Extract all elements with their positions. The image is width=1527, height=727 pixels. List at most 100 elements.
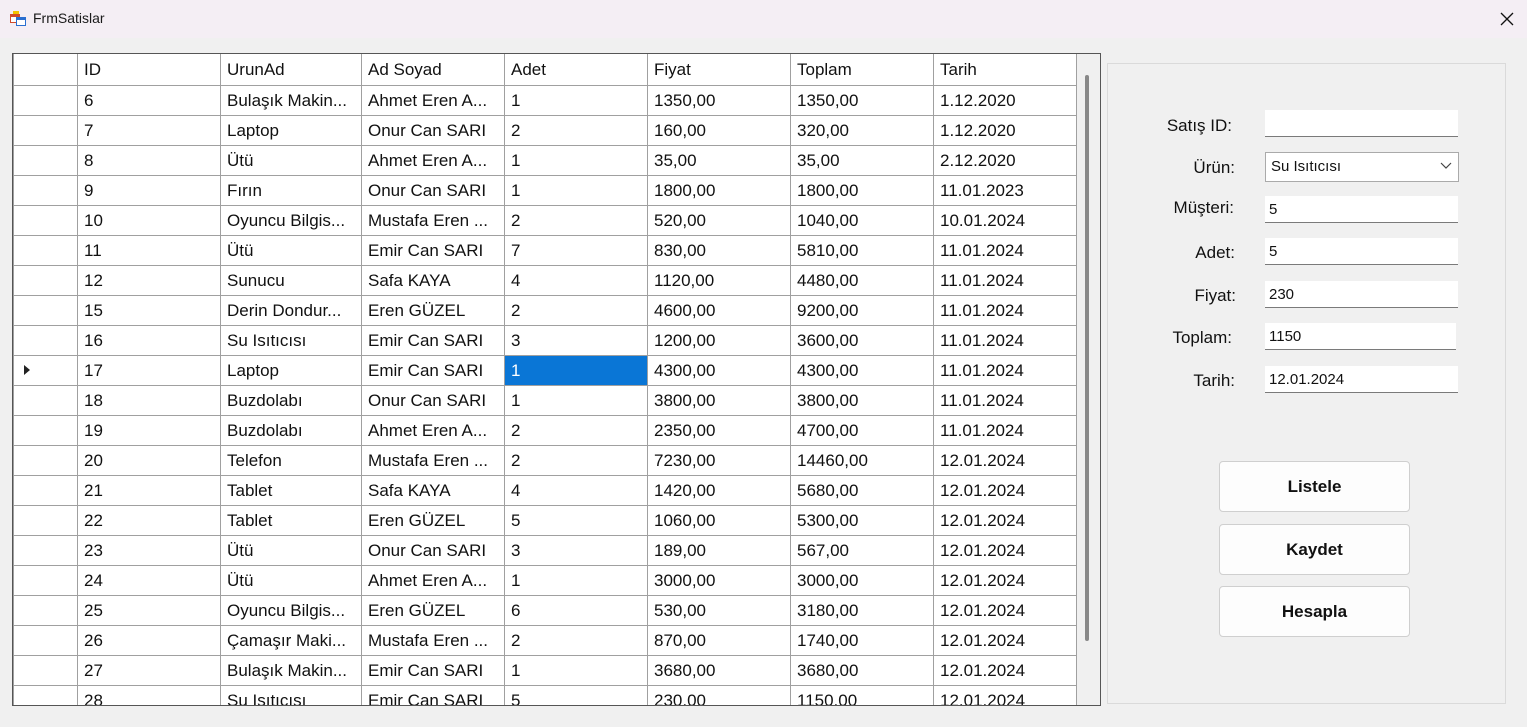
grid-cell[interactable]: 5810,00 (790, 235, 934, 266)
grid-cell[interactable]: 3800,00 (790, 385, 934, 416)
grid-cell[interactable]: 1 (504, 145, 648, 176)
grid-cell[interactable]: 1740,00 (790, 625, 934, 656)
grid-cell[interactable]: 1420,00 (647, 475, 791, 506)
grid-cell[interactable]: 5300,00 (790, 505, 934, 536)
grid-cell[interactable]: 11.01.2024 (933, 415, 1077, 446)
grid-cell[interactable]: Ütü (220, 235, 362, 266)
grid-cell[interactable]: 230,00 (647, 685, 791, 705)
row-header[interactable] (13, 505, 78, 536)
grid-cell[interactable]: 11 (77, 235, 221, 266)
grid-cell[interactable]: 23 (77, 535, 221, 566)
row-header[interactable] (13, 445, 78, 476)
grid-cell[interactable]: 1800,00 (790, 175, 934, 206)
musteri-input[interactable]: 5 (1265, 196, 1458, 223)
row-header[interactable] (13, 655, 78, 686)
grid-cell[interactable]: Su Isıtıcısı (220, 325, 362, 356)
table-row[interactable]: 22 Tablet Eren GÜZEL 5 1060,00 5300,00 12.01.2… (13, 505, 1077, 536)
row-header[interactable] (13, 565, 78, 596)
grid-cell[interactable]: Su Isıtıcısı (220, 685, 362, 705)
grid-cell[interactable]: Eren GÜZEL (361, 505, 505, 536)
grid-cell[interactable]: 1 (504, 385, 648, 416)
grid-cell[interactable]: 2 (504, 205, 648, 236)
grid-cell[interactable]: 25 (77, 595, 221, 626)
grid-cell[interactable]: 22 (77, 505, 221, 536)
grid-cell[interactable]: 8 (77, 145, 221, 176)
grid-cell[interactable]: Oyuncu Bilgis... (220, 595, 362, 626)
grid-cell[interactable]: 4700,00 (790, 415, 934, 446)
table-row[interactable]: 6 Bulaşık Makin... Ahmet Eren A... 1 1350,00… (13, 85, 1077, 116)
grid-cell[interactable]: 9200,00 (790, 295, 934, 326)
grid-cell[interactable]: 3800,00 (647, 385, 791, 416)
grid-cell[interactable]: Eren GÜZEL (361, 595, 505, 626)
grid-cell[interactable]: Çamaşır Maki... (220, 625, 362, 656)
grid-cell[interactable]: 1200,00 (647, 325, 791, 356)
grid-cell[interactable]: 4480,00 (790, 265, 934, 296)
grid-cell[interactable]: 19 (77, 415, 221, 446)
grid-cell[interactable]: 4 (504, 475, 648, 506)
grid-cell[interactable]: Ahmet Eren A... (361, 145, 505, 176)
table-row[interactable]: 26 Çamaşır Maki... Mustafa Eren ... 2 870,00… (13, 625, 1077, 656)
grid-cell[interactable]: Fırın (220, 175, 362, 206)
grid-cell[interactable]: Eren GÜZEL (361, 295, 505, 326)
grid-cell[interactable]: 1350,00 (647, 85, 791, 116)
grid-cell[interactable]: 2 (504, 415, 648, 446)
adet-input[interactable]: 5 (1265, 238, 1458, 265)
table-row[interactable]: 25 Oyuncu Bilgis... Eren GÜZEL 6 530,00 3180,… (13, 595, 1077, 626)
grid-cell[interactable]: 1150,00 (790, 685, 934, 705)
grid-cell[interactable]: 16 (77, 325, 221, 356)
grid-cell[interactable]: Bulaşık Makin... (220, 655, 362, 686)
grid-cell[interactable]: Bulaşık Makin... (220, 85, 362, 116)
satis-id-input[interactable] (1265, 110, 1458, 137)
column-header-tarih[interactable]: Tarih (933, 54, 1077, 86)
row-header[interactable] (13, 145, 78, 176)
table-row[interactable]: 9 Fırın Onur Can SARI 1 1800,00 1800,00 11.01.… (13, 175, 1077, 206)
column-header-fiyat[interactable]: Fiyat (647, 54, 791, 86)
row-header[interactable] (13, 235, 78, 266)
grid-cell[interactable]: Laptop (220, 115, 362, 146)
row-header[interactable] (13, 535, 78, 566)
grid-cell[interactable]: 35,00 (790, 145, 934, 176)
grid-cell[interactable]: 12.01.2024 (933, 595, 1077, 626)
grid-cell[interactable]: Emir Can SARI (361, 325, 505, 356)
grid-cell[interactable]: 35,00 (647, 145, 791, 176)
grid-cell[interactable]: 12.01.2024 (933, 505, 1077, 536)
grid-cell[interactable]: 12.01.2024 (933, 445, 1077, 476)
grid-cell[interactable]: 5680,00 (790, 475, 934, 506)
grid-cell[interactable]: 1.12.2020 (933, 115, 1077, 146)
grid-cell[interactable]: Oyuncu Bilgis... (220, 205, 362, 236)
hesapla-button[interactable]: Hesapla (1219, 586, 1410, 637)
grid-cell[interactable]: Mustafa Eren ... (361, 625, 505, 656)
tarih-input[interactable]: 12.01.2024 (1265, 366, 1458, 393)
row-header[interactable] (13, 205, 78, 236)
grid-cell[interactable]: 10.01.2024 (933, 205, 1077, 236)
toplam-input[interactable]: 1150 (1265, 323, 1456, 350)
grid-cell[interactable]: Ütü (220, 145, 362, 176)
kaydet-button[interactable]: Kaydet (1219, 524, 1410, 575)
grid-cell[interactable]: 1120,00 (647, 265, 791, 296)
grid-cell[interactable]: 1 (504, 85, 648, 116)
table-row[interactable]: 27 Bulaşık Makin... Emir Can SARI 1 3680,00 3… (13, 655, 1077, 686)
grid-cell[interactable]: 11.01.2024 (933, 295, 1077, 326)
grid-cell[interactable]: 520,00 (647, 205, 791, 236)
grid-cell[interactable]: 3180,00 (790, 595, 934, 626)
grid-cell[interactable]: 9 (77, 175, 221, 206)
table-row[interactable]: 28 Su Isıtıcısı Emir Can SARI 5 230,00 1150,0… (13, 685, 1077, 705)
grid-cell[interactable]: 12 (77, 265, 221, 296)
row-header[interactable] (13, 355, 78, 386)
table-row[interactable]: 24 Ütü Ahmet Eren A... 1 3000,00 3000,00 12.01… (13, 565, 1077, 596)
table-row[interactable]: 23 Ütü Onur Can SARI 3 189,00 567,00 12.01.202… (13, 535, 1077, 566)
grid-cell[interactable]: 530,00 (647, 595, 791, 626)
column-header-toplam[interactable]: Toplam (790, 54, 934, 86)
row-header[interactable] (13, 415, 78, 446)
grid-cell[interactable]: 2.12.2020 (933, 145, 1077, 176)
vertical-scrollbar-thumb[interactable] (1085, 75, 1089, 641)
row-header[interactable] (13, 625, 78, 656)
grid-cell[interactable]: Sunucu (220, 265, 362, 296)
table-row[interactable]: 11 Ütü Emir Can SARI 7 830,00 5810,00 11.01.20… (13, 235, 1077, 266)
grid-cell[interactable]: 1350,00 (790, 85, 934, 116)
table-row[interactable]: 16 Su Isıtıcısı Emir Can SARI 3 1200,00 3600,… (13, 325, 1077, 356)
grid-cell[interactable]: Emir Can SARI (361, 685, 505, 705)
column-header-id[interactable]: ID (77, 54, 221, 86)
table-row[interactable]: 17 Laptop Emir Can SARI 1 4300,00 4300,00 11.0… (13, 355, 1077, 386)
grid-cell[interactable]: 3000,00 (790, 565, 934, 596)
